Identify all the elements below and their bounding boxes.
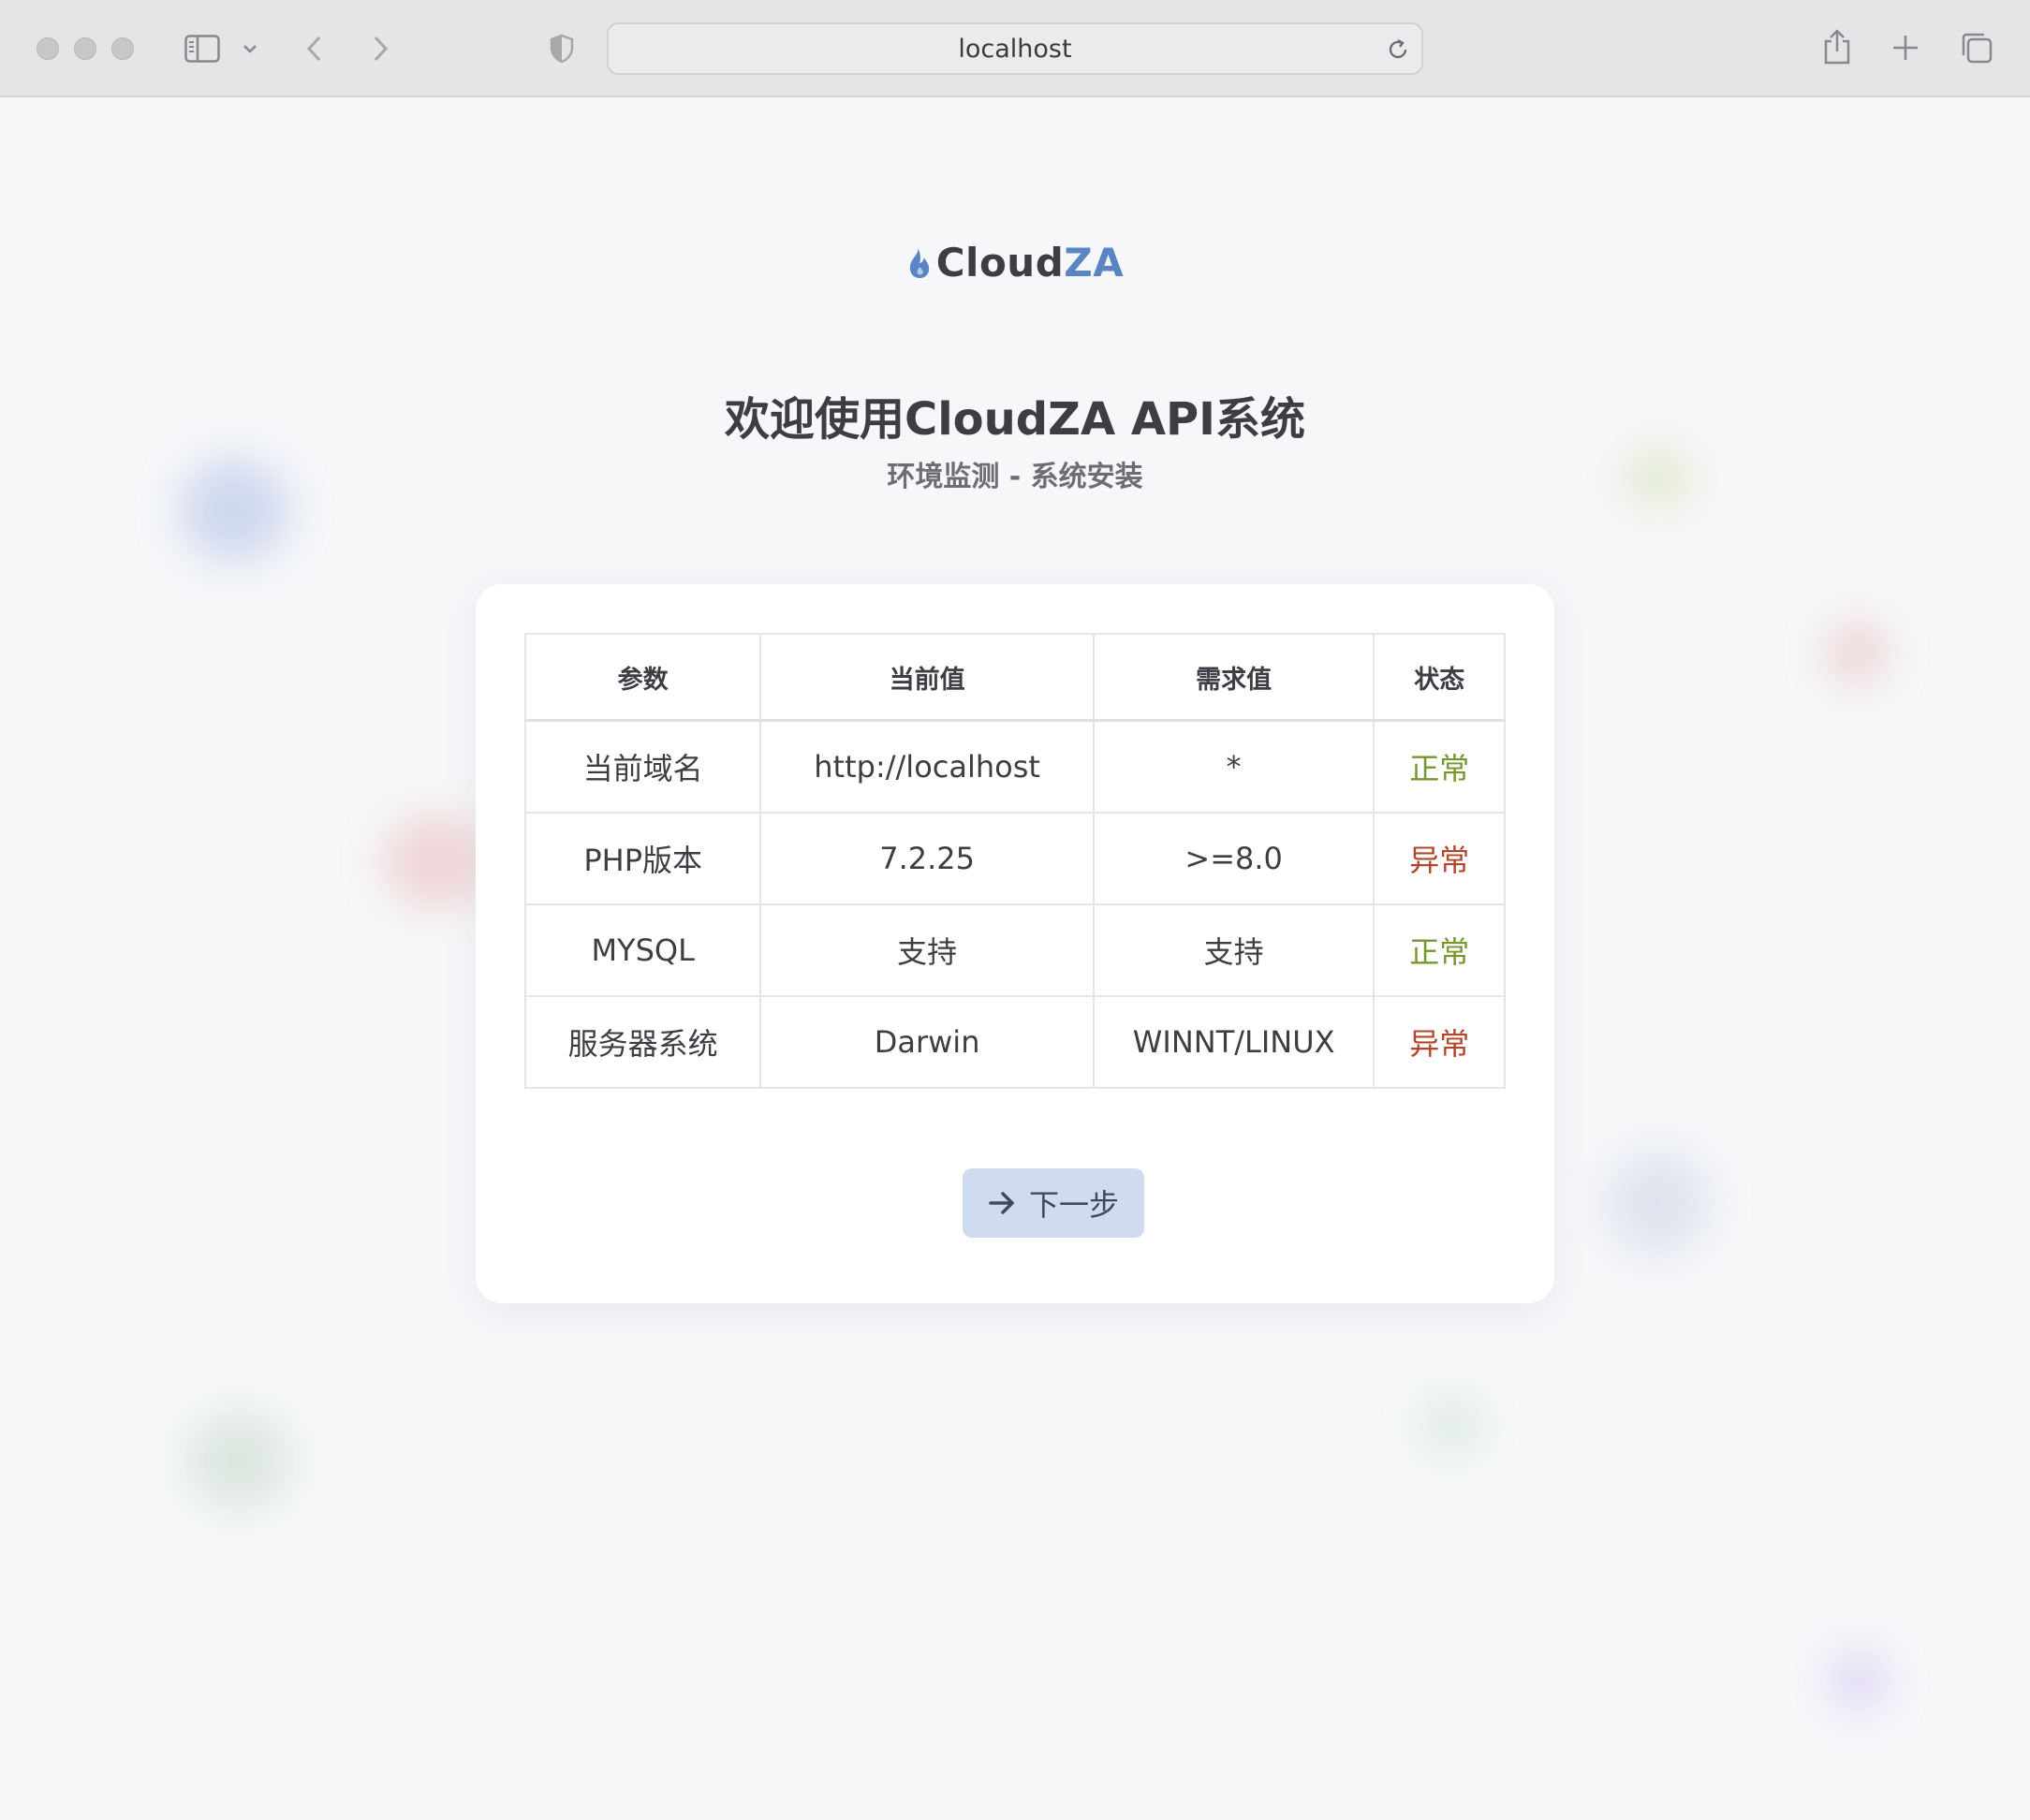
zoom-window-button[interactable]	[111, 37, 134, 60]
table-row: 当前域名 http://localhost * 正常	[523, 719, 1506, 814]
status-badge: 异常	[1373, 812, 1506, 905]
address-url: localhost	[958, 34, 1072, 64]
logo-text: CloudZA	[936, 240, 1125, 286]
background-blob	[1826, 623, 1887, 683]
cell-current: Darwin	[759, 995, 1095, 1089]
cell-param: PHP版本	[523, 812, 762, 905]
sidebar-menu-button[interactable]	[240, 37, 260, 60]
cell-required: 支持	[1092, 903, 1375, 997]
table-header-row: 参数 当前值 需求值 状态	[523, 633, 1506, 722]
background-blob	[1423, 1400, 1479, 1451]
cell-param: 服务器系统	[523, 995, 762, 1089]
reload-button[interactable]	[1384, 36, 1412, 64]
page-title: 欢迎使用CloudZA API系统	[724, 393, 1306, 446]
browser-toolbar: localhost	[0, 0, 2030, 97]
plus-icon	[1893, 36, 1918, 60]
status-badge: 异常	[1373, 995, 1506, 1089]
table-row: MYSQL 支持 支持 正常	[523, 903, 1506, 997]
new-tab-button[interactable]	[1890, 32, 1921, 64]
minimize-window-button[interactable]	[74, 37, 96, 60]
share-icon	[1824, 29, 1850, 65]
tabs-icon	[1962, 33, 1993, 64]
chevron-left-icon	[306, 36, 321, 62]
background-blob	[1831, 1652, 1887, 1709]
column-header-required: 需求值	[1092, 633, 1375, 722]
address-bar[interactable]: localhost	[607, 22, 1423, 75]
background-blob	[1606, 1152, 1709, 1255]
share-button[interactable]	[1820, 26, 1854, 67]
background-blob	[187, 1414, 290, 1507]
cell-required: *	[1092, 719, 1375, 814]
status-badge: 正常	[1373, 903, 1506, 997]
privacy-report-button[interactable]	[547, 32, 577, 66]
table-row: 服务器系统 Darwin WINNT/LINUX 异常	[523, 995, 1506, 1089]
reload-icon	[1389, 39, 1407, 59]
back-button[interactable]	[302, 30, 326, 67]
chevron-right-icon	[374, 36, 389, 62]
cell-required: WINNT/LINUX	[1092, 995, 1375, 1089]
cell-current: http://localhost	[759, 719, 1095, 814]
next-step-button[interactable]: 下一步	[963, 1168, 1144, 1238]
cell-param: 当前域名	[523, 719, 762, 814]
cell-required: >=8.0	[1092, 812, 1375, 905]
status-badge: 正常	[1373, 719, 1506, 814]
table-row: PHP版本 7.2.25 >=8.0 异常	[523, 812, 1506, 905]
chevron-down-icon	[243, 45, 257, 53]
column-header-current: 当前值	[759, 633, 1095, 722]
arrow-right-icon	[989, 1192, 1014, 1214]
sidebar-icon	[184, 35, 220, 63]
column-header-status: 状态	[1373, 633, 1506, 722]
close-window-button[interactable]	[37, 37, 59, 60]
logo-text-accent: ZA	[1064, 240, 1125, 286]
page-subtitle: 环境监测 - 系统安装	[887, 461, 1143, 493]
sidebar-toggle-button[interactable]	[182, 32, 223, 66]
environment-check-card: 参数 当前值 需求值 状态 当前域名 http://localhost * 正常…	[476, 584, 1554, 1303]
cell-param: MYSQL	[523, 903, 762, 997]
forward-button[interactable]	[369, 30, 393, 67]
tab-overview-button[interactable]	[1959, 30, 1994, 66]
browser-window: localhost CloudZA 欢迎使用CloudZA API系统 环境监测…	[0, 0, 2030, 1820]
shield-icon	[550, 34, 574, 64]
logo-text-primary: Cloud	[935, 240, 1065, 286]
next-step-label: 下一步	[1028, 1187, 1119, 1223]
background-blob	[384, 815, 487, 908]
column-header-param: 参数	[523, 633, 762, 722]
environment-table: 参数 当前值 需求值 状态 当前域名 http://localhost * 正常…	[523, 633, 1506, 1089]
logo: CloudZA	[0, 240, 2030, 286]
flame-icon	[909, 247, 929, 278]
cell-current: 7.2.25	[759, 812, 1095, 905]
cell-current: 支持	[759, 903, 1095, 997]
